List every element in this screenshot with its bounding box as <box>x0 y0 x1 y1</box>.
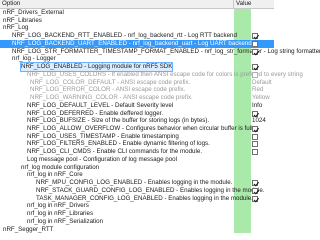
checkbox-unchecked-icon[interactable] <box>252 141 258 148</box>
tree-row-label: nrf_log in nRF_Libraries <box>27 210 94 218</box>
tree-row[interactable]: nrf_log in nRF_Core <box>0 171 274 179</box>
tree-row-label: NRF_LOG_USES_COLORS - If enabled then AN… <box>27 70 303 78</box>
config-tree: nRF_Drivers_External nRF_Libraries nRF_Log… <box>0 9 320 234</box>
tree-row[interactable]: nrf_log - Logger <box>0 55 274 63</box>
tree-row[interactable]: NRF_LOG_BACKEND_UART_ENABLED - nrf_log_b… <box>0 39 274 48</box>
tree-row-label: NRF_LOG_COLOR_DEFAULT - ANSI escape code… <box>30 78 191 86</box>
checkbox-checked-icon[interactable] <box>252 64 258 71</box>
tree-row[interactable]: NRF_LOG_ENABLED - Logging module for nRF… <box>0 62 274 72</box>
tree-row-label: NRF_LOG_USES_TIMESTAMP - Enable timestam… <box>27 132 179 140</box>
tree-row-label: nRF_Log <box>3 24 29 32</box>
tree-row[interactable]: nRF_Log <box>0 24 274 32</box>
checkbox-unchecked-icon[interactable] <box>252 40 258 47</box>
tree-row-label: NRF_LOG_WARNING_COLOR - ANSI escape code… <box>30 94 193 102</box>
tree-row[interactable]: NRF_LOG_STR_FORMATTER_TIMESTAMP_FORMAT_E… <box>0 48 320 56</box>
tree-row[interactable]: NRF_LOG_BUFSIZE - Size of the buffer for… <box>0 117 274 125</box>
tree-row[interactable]: NRF_LOG_WARNING_COLOR - ANSI escape code… <box>0 94 274 102</box>
tree-row-label: NRF_LOG_DEFERRED - Enable deffered logge… <box>27 109 164 117</box>
tree-row-label: NRF_LOG_ALLOW_OVERFLOW - Configures beha… <box>27 125 255 133</box>
tree-row[interactable]: NRF_MPU_CONFIG_LOG_ENABLED - Enables log… <box>0 179 274 187</box>
checkbox-unchecked-icon[interactable] <box>252 71 258 78</box>
tree-row[interactable]: NRF_LOG_ALLOW_OVERFLOW - Configures beha… <box>0 125 274 133</box>
option-value[interactable]: Info <box>252 102 262 110</box>
tree-row-label: NRF_MPU_CONFIG_LOG_ENABLED - Enables log… <box>36 179 233 187</box>
tree-row-label: NRF_LOG_DEFAULT_LEVEL - Default Severity… <box>27 101 174 109</box>
tree-row-label: NRF_LOG_CLI_CMDS - Enable CLI commands f… <box>27 148 203 156</box>
tree-row[interactable]: TASK_MANAGER_CONFIG_LOG_ENABLED - Enable… <box>0 195 274 203</box>
tree-row-label: TASK_MANAGER_CONFIG_LOG_ENABLED - Enable… <box>36 194 253 202</box>
tree-row-label: NRF_LOG_BACKEND_RTT_ENABLED - nrf_log_ba… <box>12 32 237 40</box>
tree-row[interactable]: nrf_log in nRF_Serialization <box>0 218 274 226</box>
column-divider[interactable] <box>233 0 234 8</box>
tree-row-label: Log message pool - Configuration of log … <box>27 155 177 163</box>
checkbox-checked-icon[interactable] <box>252 33 258 40</box>
tree-row-label: nrf_log module configuration <box>21 163 100 171</box>
checkbox-checked-icon[interactable] <box>252 48 258 55</box>
tree-row[interactable]: nRF_Libraries <box>0 17 274 25</box>
tree-row[interactable]: NRF_LOG_DEFAULT_LEVEL - Default Severity… <box>0 102 274 110</box>
checkbox-checked-icon[interactable] <box>252 195 258 202</box>
tree-row-label: nrf_log in nRF_Core <box>27 171 83 179</box>
tree-row-label: NRF_LOG_FILTERS_ENABLED - Enable dynamic… <box>27 140 210 148</box>
tree-row[interactable]: Log message pool - Configuration of log … <box>0 156 274 164</box>
tree-row[interactable]: nrf_log in nRF_Libraries <box>0 210 274 218</box>
tree-row-label: NRF_STACK_GUARD_CONFIG_LOG_ENABLED - Ena… <box>36 186 265 194</box>
tree-row[interactable]: NRF_STACK_GUARD_CONFIG_LOG_ENABLED - Ena… <box>0 187 274 195</box>
tree-row-label: NRF_LOG_BACKEND_UART_ENABLED - nrf_log_b… <box>12 39 252 47</box>
tree-row[interactable]: nrf_log module configuration <box>0 164 274 172</box>
tree-row-label: NRF_LOG_ERROR_COLOR - ANSI escape code p… <box>30 86 186 94</box>
tree-row[interactable]: NRF_LOG_COLOR_DEFAULT - ANSI escape code… <box>0 79 274 87</box>
tree-row[interactable]: NRF_LOG_USES_COLORS - If enabled then AN… <box>0 71 303 79</box>
tree-row[interactable]: nRF_Drivers_External <box>0 9 274 17</box>
checkbox-checked-icon[interactable] <box>252 110 258 117</box>
tree-row[interactable]: NRF_LOG_ERROR_COLOR - ANSI escape code p… <box>0 86 274 94</box>
checkbox-checked-icon[interactable] <box>252 187 258 194</box>
option-value[interactable]: Default <box>252 79 272 87</box>
value-column-header[interactable]: Value <box>236 0 251 8</box>
tree-row-label: nrf_log in nRF_Serialization <box>27 217 104 225</box>
tree-row-label: nRF_Drivers_External <box>3 9 64 16</box>
checkbox-unchecked-icon[interactable] <box>252 149 258 156</box>
tree-row[interactable]: nrf_log in nRF_Drivers <box>0 202 274 210</box>
tree-row[interactable]: NRF_LOG_FILTERS_ENABLED - Enable dynamic… <box>0 140 274 148</box>
tree-row-label: NRF_LOG_ENABLED - Logging module for nRF… <box>19 62 174 72</box>
checkbox-checked-icon[interactable] <box>252 126 258 133</box>
tree-row[interactable]: NRF_LOG_USES_TIMESTAMP - Enable timestam… <box>0 133 274 141</box>
checkbox-checked-icon[interactable] <box>252 180 258 187</box>
tree-row-label: nrf_log - Logger <box>12 55 56 63</box>
tree-row-label: nRF_Segger_RTT <box>3 225 54 233</box>
option-value[interactable]: Yellow <box>252 94 270 102</box>
option-value[interactable]: 1024 <box>252 117 266 125</box>
tree-row-label: nRF_Libraries <box>3 16 42 24</box>
tree-row-label: NRF_LOG_STR_FORMATTER_TIMESTAMP_FORMAT_E… <box>12 47 320 55</box>
tree-row-label: nrf_log in nRF_Drivers <box>27 202 89 210</box>
tree-row-label: NRF_LOG_BUFSIZE - Size of the buffer for… <box>27 117 210 125</box>
option-column-header[interactable]: Option <box>2 0 20 8</box>
tree-row[interactable]: nRF_Segger_RTT <box>0 226 274 234</box>
tree-row[interactable]: NRF_LOG_DEFERRED - Enable deffered logge… <box>0 110 274 118</box>
option-value[interactable]: Red <box>252 86 263 94</box>
checkbox-unchecked-icon[interactable] <box>252 133 258 140</box>
column-header: Option Value <box>0 0 274 9</box>
tree-row[interactable]: NRF_LOG_CLI_CMDS - Enable CLI commands f… <box>0 148 274 156</box>
tree-row[interactable]: NRF_LOG_BACKEND_RTT_ENABLED - nrf_log_ba… <box>0 32 274 40</box>
